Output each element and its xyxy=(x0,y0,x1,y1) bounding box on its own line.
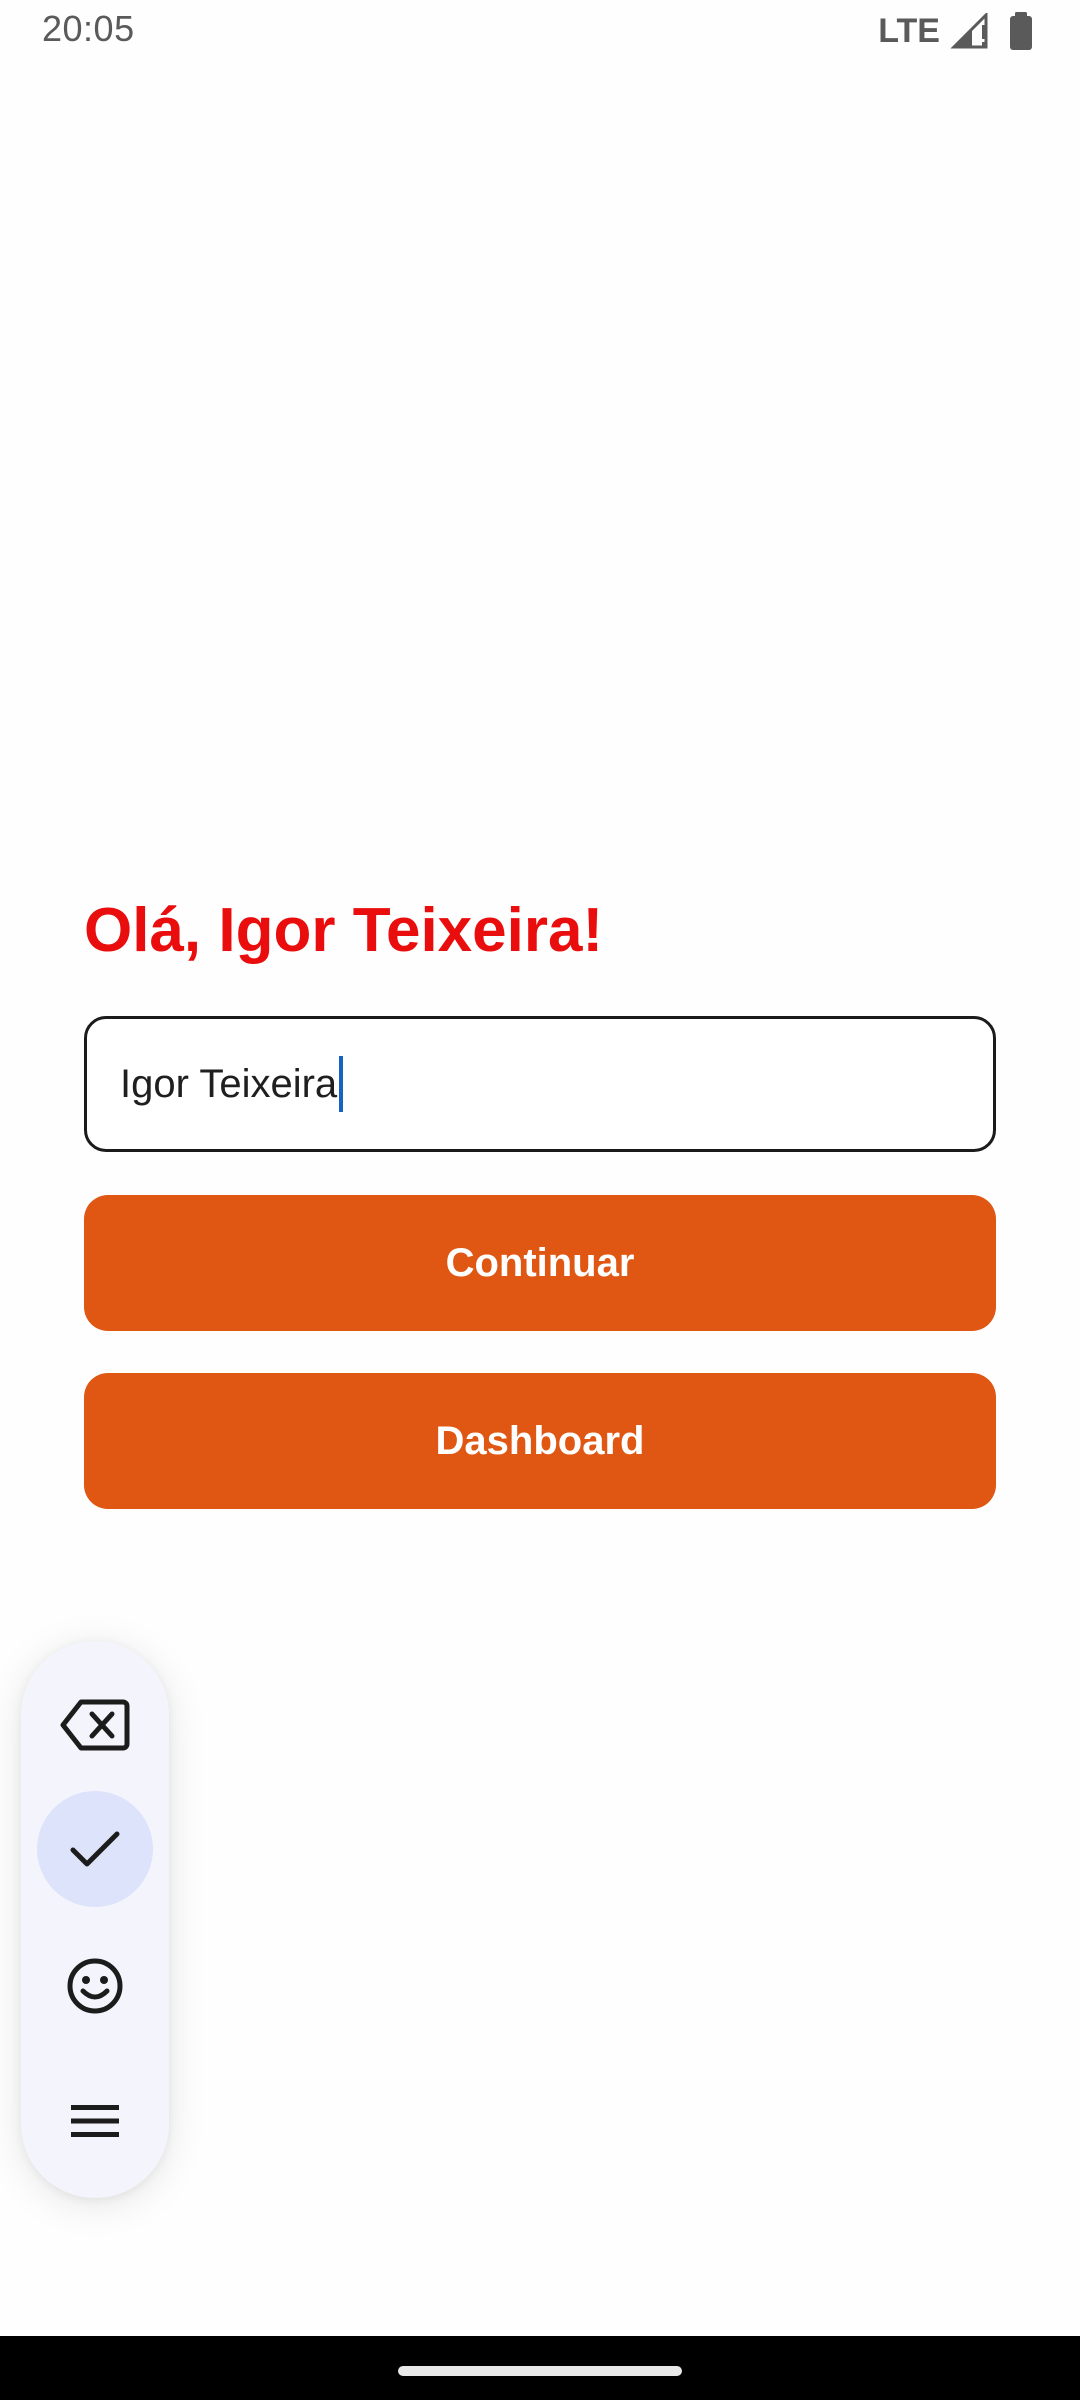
greeting-title: Olá, Igor Teixeira! xyxy=(84,896,604,965)
menu-button[interactable] xyxy=(37,2063,153,2179)
backspace-icon xyxy=(60,1699,130,1751)
dashboard-button[interactable]: Dashboard xyxy=(84,1373,996,1509)
name-input-value[interactable]: Igor Teixeira xyxy=(120,1062,337,1107)
text-cursor xyxy=(339,1056,344,1112)
check-icon xyxy=(70,1831,120,1867)
network-type-label: LTE xyxy=(878,11,940,50)
emoji-icon xyxy=(67,1958,123,2014)
menu-icon xyxy=(71,2105,119,2137)
app-screen: 20:05 LTE Olá, Igor Teixeira! Igor Teixe… xyxy=(0,0,1080,2400)
signal-icon xyxy=(950,13,988,49)
emoji-button[interactable] xyxy=(37,1928,153,2044)
done-button[interactable] xyxy=(37,1791,153,1907)
continue-button[interactable]: Continuar xyxy=(84,1195,996,1331)
battery-icon xyxy=(1010,12,1032,50)
status-icons: LTE xyxy=(878,10,1038,52)
navigation-bar xyxy=(0,2336,1080,2400)
status-time: 20:05 xyxy=(42,8,135,49)
home-gesture-handle[interactable] xyxy=(398,2366,682,2376)
status-bar: 20:05 LTE xyxy=(0,0,1080,62)
backspace-button[interactable] xyxy=(37,1667,153,1783)
name-input[interactable]: Igor Teixeira xyxy=(84,1016,996,1152)
floating-keyboard-toolbar xyxy=(21,1641,169,2198)
